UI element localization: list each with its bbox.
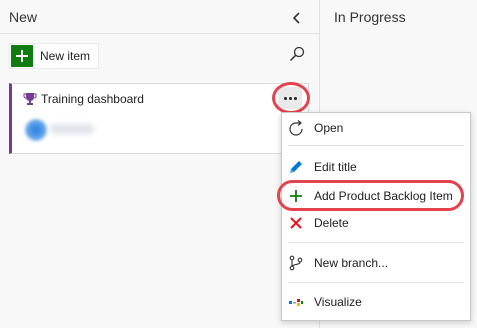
column-header-divider xyxy=(0,33,319,34)
new-item-label: New item xyxy=(40,49,91,63)
menu-item-visualize[interactable]: Visualize xyxy=(282,289,470,315)
new-item-button[interactable]: New item xyxy=(9,43,99,69)
context-menu: Open Edit title Add Product Backlog Item… xyxy=(281,112,471,321)
plus-icon xyxy=(11,45,33,67)
open-arrow-icon xyxy=(288,120,304,136)
visualize-icon xyxy=(288,294,304,310)
menu-item-label: Open xyxy=(314,121,344,135)
more-actions-highlight xyxy=(272,82,310,114)
assignee-name-blurred xyxy=(50,124,94,134)
column-title-new: New xyxy=(9,9,38,25)
column-new: New New item Training dashboard xyxy=(0,0,319,328)
menu-item-delete[interactable]: Delete xyxy=(282,210,470,236)
menu-item-edit-title[interactable]: Edit title xyxy=(282,154,470,180)
avatar xyxy=(25,119,47,141)
add-product-backlog-item-highlight xyxy=(277,180,464,211)
search-icon[interactable] xyxy=(288,45,306,63)
work-item-card[interactable]: Training dashboard xyxy=(9,83,309,154)
chevron-left-icon[interactable] xyxy=(288,9,306,27)
column-title-in-progress: In Progress xyxy=(334,9,406,25)
delete-x-icon xyxy=(288,215,304,231)
menu-divider xyxy=(288,242,464,243)
menu-item-label: Edit title xyxy=(314,160,357,174)
menu-divider xyxy=(288,145,464,146)
menu-item-label: New branch... xyxy=(314,256,389,270)
menu-item-new-branch[interactable]: New branch... xyxy=(282,250,470,276)
card-title[interactable]: Training dashboard xyxy=(41,92,144,106)
pencil-icon xyxy=(288,159,304,175)
menu-divider xyxy=(288,282,464,283)
menu-item-label: Delete xyxy=(314,216,349,230)
menu-item-label: Visualize xyxy=(314,295,362,309)
menu-item-open[interactable]: Open xyxy=(282,115,470,141)
branch-icon xyxy=(288,255,304,271)
trophy-icon xyxy=(23,92,37,106)
